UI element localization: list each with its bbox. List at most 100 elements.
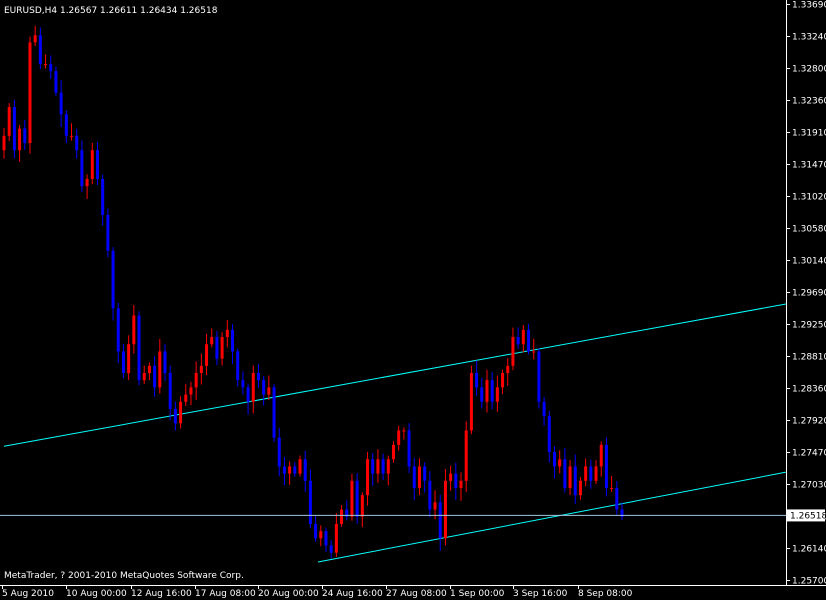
candle[interactable] [464, 421, 468, 493]
candle[interactable] [345, 500, 349, 521]
candle[interactable] [241, 371, 245, 395]
candle[interactable] [199, 353, 203, 385]
candle[interactable] [376, 449, 380, 483]
candle[interactable] [90, 142, 94, 185]
candle[interactable] [615, 481, 619, 515]
candle[interactable] [256, 364, 260, 388]
candle[interactable] [552, 446, 556, 479]
candle[interactable] [366, 451, 370, 506]
candle[interactable] [262, 376, 266, 406]
candle[interactable] [558, 450, 562, 474]
candle[interactable] [23, 119, 27, 151]
candle[interactable] [251, 365, 255, 414]
candle[interactable] [563, 448, 567, 493]
candle[interactable] [12, 99, 16, 159]
candle[interactable] [490, 372, 494, 410]
candle[interactable] [417, 458, 421, 496]
candle[interactable] [163, 344, 167, 381]
candle[interactable] [158, 338, 162, 394]
candle[interactable] [584, 458, 588, 487]
candle[interactable] [308, 469, 312, 529]
candle[interactable] [371, 452, 375, 486]
candle[interactable] [194, 361, 198, 400]
candle[interactable] [288, 461, 292, 485]
candle[interactable] [2, 128, 6, 159]
candle[interactable] [64, 110, 68, 144]
candle[interactable] [220, 332, 224, 366]
candle[interactable] [184, 384, 188, 406]
candle[interactable] [101, 174, 105, 226]
candle[interactable] [485, 369, 489, 413]
candle[interactable] [173, 401, 177, 431]
candle[interactable] [147, 362, 151, 381]
candle[interactable] [319, 525, 323, 547]
candle[interactable] [215, 330, 219, 366]
candle[interactable] [511, 327, 515, 371]
candle[interactable] [168, 365, 172, 421]
candle[interactable] [329, 540, 333, 559]
candle[interactable] [454, 462, 458, 501]
candle[interactable] [189, 381, 193, 406]
candle[interactable] [70, 123, 74, 141]
candle[interactable] [381, 453, 385, 481]
candle[interactable] [210, 328, 214, 348]
candle[interactable] [303, 450, 307, 493]
candle[interactable] [54, 66, 58, 97]
candle[interactable] [205, 333, 209, 376]
candle[interactable] [298, 455, 302, 477]
lower-trendline[interactable] [317, 471, 787, 563]
candle[interactable] [428, 471, 432, 518]
candle[interactable] [475, 360, 479, 396]
candle[interactable] [599, 441, 603, 477]
candle[interactable] [231, 324, 235, 364]
candle[interactable] [18, 124, 22, 162]
candle[interactable] [589, 459, 593, 489]
candle[interactable] [121, 343, 125, 379]
candle[interactable] [516, 327, 520, 349]
candle[interactable] [314, 516, 318, 542]
candle[interactable] [277, 427, 281, 477]
candle[interactable] [49, 55, 53, 79]
candle[interactable] [111, 247, 115, 321]
candle[interactable] [547, 410, 551, 463]
candle[interactable] [225, 320, 229, 348]
candle[interactable] [59, 80, 63, 127]
candle[interactable] [469, 365, 473, 435]
candle[interactable] [282, 456, 286, 486]
upper-trendline[interactable] [3, 303, 787, 447]
candle[interactable] [246, 383, 250, 415]
candle[interactable] [438, 494, 442, 551]
candle[interactable] [459, 472, 463, 501]
candle[interactable] [75, 128, 79, 159]
candle[interactable] [267, 375, 271, 401]
candle[interactable] [137, 311, 141, 386]
candle[interactable] [116, 303, 120, 364]
candle[interactable] [480, 377, 484, 409]
candle[interactable] [80, 140, 84, 192]
candle[interactable] [386, 455, 390, 486]
candle[interactable] [412, 458, 416, 500]
candle[interactable] [620, 502, 624, 520]
candle[interactable] [106, 208, 110, 258]
candle[interactable] [521, 324, 525, 353]
candle[interactable] [542, 397, 546, 426]
candle[interactable] [594, 460, 598, 484]
candle[interactable] [360, 492, 364, 528]
candle[interactable] [506, 358, 510, 386]
candle[interactable] [423, 462, 427, 493]
candle[interactable] [568, 460, 572, 496]
candle[interactable] [324, 527, 328, 552]
candle[interactable] [501, 369, 505, 394]
candle[interactable] [355, 473, 359, 524]
candle[interactable] [38, 27, 42, 70]
candle[interactable] [33, 25, 37, 47]
candle[interactable] [407, 423, 411, 474]
candle[interactable] [433, 490, 437, 520]
candle[interactable] [402, 427, 406, 440]
candle[interactable] [28, 36, 32, 154]
candle[interactable] [95, 141, 99, 186]
candle[interactable] [449, 465, 453, 491]
candle[interactable] [397, 425, 401, 451]
candle[interactable] [293, 461, 297, 477]
candle[interactable] [537, 348, 541, 409]
